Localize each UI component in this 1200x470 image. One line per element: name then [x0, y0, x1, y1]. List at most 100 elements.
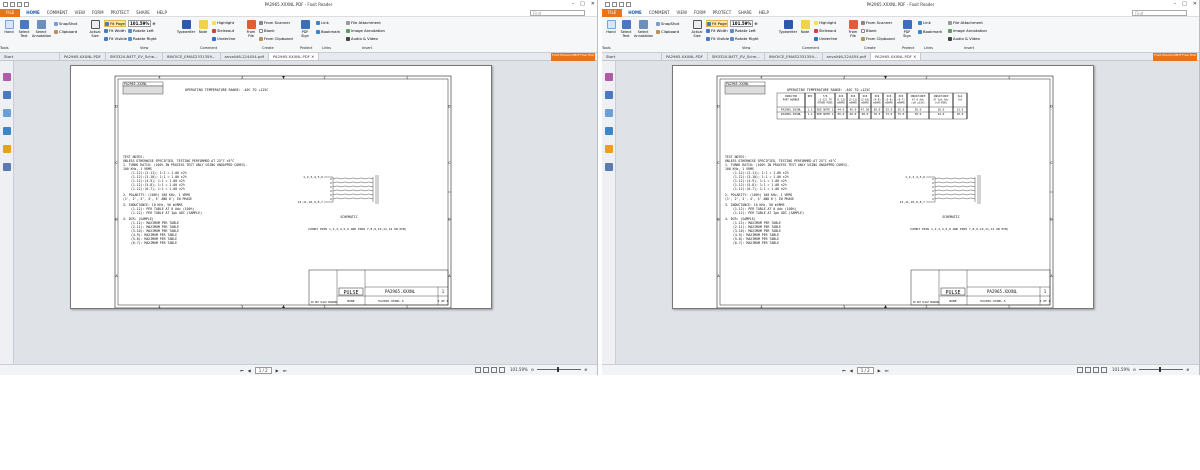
- menu-share[interactable]: SHARE: [738, 10, 752, 15]
- file-attachment-button[interactable]: File Attachment: [948, 20, 983, 25]
- rotate-left-button[interactable]: Rotate Left: [128, 28, 154, 33]
- fit-page-button[interactable]: Fit Page: [104, 20, 126, 27]
- audio-video-button[interactable]: Audio & Video: [948, 36, 980, 41]
- strikeout-button[interactable]: Strikeout: [212, 28, 234, 33]
- note-button[interactable]: Note: [196, 20, 210, 34]
- continuous-facing-icon[interactable]: [499, 367, 505, 373]
- facing-icon[interactable]: [491, 367, 497, 373]
- highlight-button[interactable]: Highlight: [212, 20, 234, 25]
- menu-protect[interactable]: PROTECT: [713, 10, 732, 15]
- first-page-icon[interactable]: ⏮: [842, 368, 846, 373]
- audio-video-button[interactable]: Audio & Video: [346, 36, 378, 41]
- attachments-panel-icon[interactable]: [605, 127, 613, 135]
- lock-icon[interactable]: [3, 145, 11, 153]
- maximize-icon[interactable]: □: [1182, 1, 1187, 7]
- fit-visible-button[interactable]: Fit Visible: [706, 36, 729, 41]
- menu-view[interactable]: VIEW: [677, 10, 687, 15]
- clipboard-button[interactable]: Clipboard: [656, 29, 679, 34]
- fit-width-button[interactable]: Fit Width: [104, 28, 126, 33]
- zoom-in-icon[interactable]: ⊕: [754, 21, 757, 26]
- pdf-sign-button[interactable]: PDF Sign: [900, 20, 914, 38]
- zoom-slider[interactable]: [1139, 367, 1184, 372]
- close-tab-icon[interactable]: ✕: [913, 54, 916, 59]
- highlight-button[interactable]: Highlight: [814, 20, 836, 25]
- signature-panel-icon[interactable]: [3, 163, 11, 171]
- promo-banner[interactable]: Foxit PhantomPDF Free Trial: [551, 53, 595, 61]
- image-annotation-button[interactable]: Image Annotation: [948, 28, 987, 33]
- zoom-in-icon[interactable]: ⊕: [584, 367, 587, 372]
- pdf-page[interactable]: 4 4 3 3 2 2 1 1 D D C C B B A A PA2965.XXXNL OPERATING TE…: [70, 65, 492, 309]
- lock-icon[interactable]: [605, 145, 613, 153]
- zoom-box[interactable]: 101.59% ⊕: [730, 20, 758, 27]
- zoom-out-icon[interactable]: ⊖: [1133, 367, 1136, 372]
- facing-icon[interactable]: [1093, 367, 1099, 373]
- tab-document[interactable]: SM3320-B4TT_EV_Sche...: [708, 53, 765, 60]
- zoom-out-icon[interactable]: ⊖: [531, 367, 534, 372]
- zoom-in-icon[interactable]: ⊕: [152, 21, 155, 26]
- blank-button[interactable]: Blank: [259, 28, 275, 33]
- select-text-button[interactable]: Select Text: [17, 20, 31, 38]
- tab-start[interactable]: Start: [602, 53, 662, 60]
- tab-document[interactable]: anvali46-224454.pdf: [221, 53, 269, 60]
- promo-banner[interactable]: Foxit PhantomPDF Free Trial: [1153, 53, 1197, 61]
- fit-visible-button[interactable]: Fit Visible: [104, 36, 127, 41]
- hand-button[interactable]: Hand: [2, 20, 16, 34]
- actual-size-button[interactable]: Actual Size: [88, 20, 102, 38]
- minimize-icon[interactable]: –: [572, 1, 575, 7]
- maximize-icon[interactable]: □: [580, 1, 585, 7]
- zoom-slider[interactable]: [537, 367, 582, 372]
- next-page-icon[interactable]: ▶: [878, 368, 881, 373]
- tab-document[interactable]: INVOICE_EMAS2331359...: [163, 53, 221, 60]
- tab-active-document[interactable]: PA2965.XXXNL.PDF ✕: [870, 53, 922, 60]
- tab-document[interactable]: PA2965.XXXNL.PDF: [60, 53, 106, 60]
- from-file-button[interactable]: From File: [244, 20, 258, 38]
- menu-view[interactable]: VIEW: [75, 10, 85, 15]
- clipboard-button[interactable]: Clipboard: [54, 29, 77, 34]
- single-page-icon[interactable]: [475, 367, 481, 373]
- bookmark-button[interactable]: Bookmark: [918, 29, 942, 34]
- page-number-input[interactable]: 1 / 2: [254, 367, 272, 374]
- from-file-button[interactable]: From File: [846, 20, 860, 38]
- underline-button[interactable]: Underline: [212, 36, 235, 41]
- bookmark-button[interactable]: Bookmark: [316, 29, 340, 34]
- from-scanner-button[interactable]: From Scanner: [861, 20, 892, 25]
- zoom-in-icon[interactable]: ⊕: [1186, 367, 1189, 372]
- pdf-sign-button[interactable]: PDF Sign: [298, 20, 312, 38]
- menu-home[interactable]: HOME: [628, 10, 641, 15]
- continuous-facing-icon[interactable]: [1101, 367, 1107, 373]
- pages-panel-icon[interactable]: [605, 91, 613, 99]
- find-input[interactable]: Find: [530, 9, 585, 16]
- strikeout-button[interactable]: Strikeout: [814, 28, 836, 33]
- page-number-input[interactable]: 1 / 2: [856, 367, 874, 374]
- prev-page-icon[interactable]: ◀: [248, 368, 251, 373]
- from-scanner-button[interactable]: From Scanner: [259, 20, 290, 25]
- note-button[interactable]: Note: [798, 20, 812, 34]
- attachments-panel-icon[interactable]: [3, 127, 11, 135]
- menu-protect[interactable]: PROTECT: [111, 10, 130, 15]
- close-tab-icon[interactable]: ✕: [311, 54, 314, 59]
- select-text-button[interactable]: Select Text: [619, 20, 633, 38]
- minimize-icon[interactable]: –: [1174, 1, 1177, 7]
- menu-form[interactable]: FORM: [694, 10, 706, 15]
- zoom-slider-knob[interactable]: [557, 367, 560, 372]
- typewriter-button[interactable]: Typewriter: [778, 20, 798, 34]
- tab-document[interactable]: INVOICE_EMAS2331359...: [765, 53, 823, 60]
- underline-button[interactable]: Underline: [814, 36, 837, 41]
- link-button[interactable]: Link: [918, 20, 931, 25]
- rotate-left-button[interactable]: Rotate Left: [730, 28, 756, 33]
- pages-panel-icon[interactable]: [3, 91, 11, 99]
- menu-help[interactable]: HELP: [759, 10, 769, 15]
- select-annotation-button[interactable]: Select Annotation: [32, 20, 51, 38]
- fit-width-button[interactable]: Fit Width: [706, 28, 728, 33]
- tab-document[interactable]: anvali46-224454.pdf: [823, 53, 871, 60]
- snapshot-button[interactable]: SnapShot: [656, 21, 679, 26]
- continuous-icon[interactable]: [1085, 367, 1091, 373]
- prev-page-icon[interactable]: ◀: [850, 368, 853, 373]
- blank-button[interactable]: Blank: [861, 28, 877, 33]
- tab-document[interactable]: PA2965.XXXNL.PDF: [662, 53, 708, 60]
- layers-panel-icon[interactable]: [3, 109, 11, 117]
- menu-help[interactable]: HELP: [157, 10, 167, 15]
- menu-comment[interactable]: COMMENT: [47, 10, 68, 15]
- signature-panel-icon[interactable]: [605, 163, 613, 171]
- rotate-right-button[interactable]: Rotate Right: [128, 36, 157, 41]
